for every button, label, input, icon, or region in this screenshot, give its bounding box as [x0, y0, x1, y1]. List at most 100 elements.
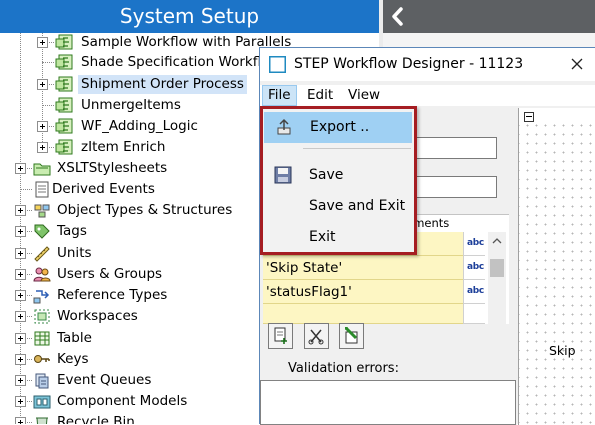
add-state-button[interactable] [268, 323, 293, 349]
expand-icon[interactable] [37, 37, 48, 48]
expand-icon[interactable] [37, 142, 48, 153]
grid-row[interactable]: 'statusFlag1' [263, 280, 463, 304]
workflow-icon [55, 54, 73, 70]
menu-view[interactable]: View [343, 85, 385, 106]
expand-icon[interactable] [15, 226, 26, 237]
grid-row[interactable]: 'Skip State' [263, 256, 463, 280]
tree-item-label: Workspaces [57, 308, 138, 324]
expand-icon[interactable] [15, 311, 26, 322]
menu-edit[interactable]: Edit [302, 85, 338, 106]
abc-cell[interactable]: abc [463, 280, 485, 304]
close-icon[interactable] [559, 48, 595, 81]
tree-item-label: XSLTStylesheets [57, 160, 168, 176]
expand-icon[interactable] [15, 396, 26, 407]
keys-icon [34, 355, 50, 363]
menu-item-exit[interactable]: Exit [263, 222, 414, 253]
scroll-thumb[interactable] [490, 259, 504, 277]
tree-item-label: Shade Specification Workflo [81, 54, 270, 70]
tree-item-label: Keys [57, 351, 89, 367]
menu-item-export[interactable]: Export .. [264, 112, 412, 143]
tree-item-label: Recycle Bin [57, 414, 135, 424]
menu-item-label: Export .. [310, 119, 370, 135]
expand-icon[interactable] [37, 121, 48, 132]
grid-row[interactable] [263, 304, 463, 324]
chevron-left-icon[interactable] [386, 3, 412, 30]
tree-item-label: UnmergeItems [81, 97, 181, 113]
menu-item-label: Save [309, 167, 344, 183]
tree-item-label: Table [57, 330, 92, 346]
menu-file[interactable]: File [262, 85, 297, 106]
tree-item-label: Tags [57, 223, 87, 239]
workflow-icon [55, 97, 73, 113]
expand-icon[interactable] [15, 248, 26, 259]
tree-item-label: Shipment Order Process [78, 75, 247, 94]
text-type-icon: abc [467, 262, 484, 272]
text-type-icon: abc [467, 238, 484, 248]
abc-cell[interactable]: abc [463, 256, 485, 280]
floppy-disk-icon [274, 166, 292, 184]
window-titlebar[interactable]: STEP Workflow Designer - 11123 [260, 48, 595, 81]
recycle-bin-icon [36, 417, 48, 424]
expand-icon[interactable] [15, 205, 26, 216]
delete-state-button[interactable] [304, 323, 329, 349]
tree-item-label: Component Models [57, 393, 188, 409]
new-document-icon [274, 327, 287, 344]
menu-bar: File Edit View [260, 85, 595, 106]
workspaces-icon [34, 309, 50, 324]
menu-item-save-and-exit[interactable]: Save and Exit [263, 191, 414, 222]
menu-item-label: Exit [309, 229, 336, 245]
validation-errors-label: Validation errors: [288, 361, 399, 376]
tags-icon [34, 224, 50, 239]
edit-state-button[interactable] [339, 323, 364, 349]
menu-separator [303, 148, 411, 149]
grid-scrollbar[interactable] [488, 232, 506, 324]
workflow-icon [55, 76, 73, 92]
object-types-icon [34, 204, 50, 218]
tree-item-label: zItem Enrich [81, 139, 166, 155]
editor-header [383, 0, 595, 33]
table-icon [34, 331, 50, 346]
expand-icon[interactable] [15, 354, 26, 365]
reference-types-icon [33, 290, 50, 304]
tree-guide-line [42, 33, 43, 150]
export-icon [277, 118, 291, 135]
scissors-icon [308, 329, 324, 345]
window-title: STEP Workflow Designer - 11123 [294, 56, 524, 72]
edit-pencil-icon [344, 326, 358, 344]
users-icon [33, 267, 51, 282]
abc-cell[interactable] [463, 304, 485, 324]
panel-title: System Setup [0, 0, 379, 33]
canvas-state-label: Skip [549, 343, 576, 358]
folder-icon [33, 163, 51, 176]
file-menu-dropdown: Export .. Save Save and Exit Exit [260, 106, 417, 255]
abc-cell[interactable]: abc [463, 232, 485, 256]
expand-icon[interactable] [15, 269, 26, 280]
expand-icon[interactable] [15, 333, 26, 344]
component-models-icon [33, 395, 51, 409]
expand-icon[interactable] [15, 375, 26, 386]
expand-icon[interactable] [15, 290, 26, 301]
tree-item-label: Users & Groups [57, 266, 163, 282]
workflow-icon [55, 118, 73, 134]
collapse-icon[interactable] [524, 112, 534, 122]
text-type-icon: abc [467, 286, 484, 296]
expand-icon[interactable] [37, 79, 48, 90]
workflow-canvas[interactable]: Skip [518, 108, 595, 425]
tree-item-label: Derived Events [52, 181, 155, 197]
expand-icon[interactable] [15, 163, 26, 174]
tree-item-label: Units [57, 245, 92, 261]
tree-item-label: Event Queues [57, 372, 152, 388]
expand-icon[interactable] [15, 417, 26, 424]
tree-item-label: WF_Adding_Logic [81, 118, 198, 134]
scroll-up-icon[interactable] [490, 234, 504, 248]
menu-item-save[interactable]: Save [263, 160, 414, 191]
tree-item-label: Object Types & Structures [57, 202, 233, 218]
menu-item-label: Save and Exit [309, 198, 406, 214]
workflow-icon [55, 34, 73, 50]
tree-item-label: Reference Types [57, 287, 168, 303]
event-queues-icon [35, 373, 49, 389]
workflow-icon [55, 139, 73, 155]
validation-errors-box[interactable] [260, 380, 516, 425]
units-icon [34, 246, 50, 262]
app-icon [269, 56, 286, 73]
